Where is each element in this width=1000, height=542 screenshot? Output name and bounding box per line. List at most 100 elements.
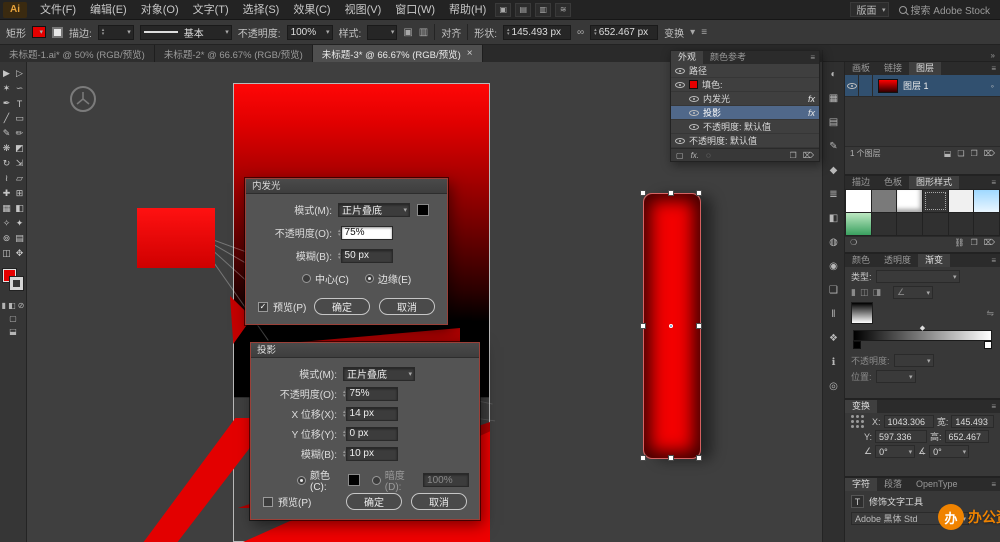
styles-library-icon[interactable]: ❍ xyxy=(850,238,857,247)
panel-menu-icon[interactable]: ≡ xyxy=(987,478,1000,491)
gradient-panel-icon[interactable]: ◧ xyxy=(829,213,838,224)
shear-field[interactable]: 0° xyxy=(929,445,970,458)
width-tool[interactable]: ≀ xyxy=(0,171,13,186)
gradient-type-dropdown[interactable] xyxy=(875,270,960,283)
width-field[interactable]: 145.493 xyxy=(951,415,994,428)
appearance-row-inner-glow[interactable]: 内发光 fx xyxy=(671,92,819,106)
tab-opentype[interactable]: OpenType xyxy=(909,478,965,491)
graphic-style-swatch[interactable] xyxy=(948,190,974,212)
doc-tab-3[interactable]: 未标题-3* @ 66.67% (RGB/预览) × xyxy=(312,45,483,62)
selection-tool[interactable]: ▶ xyxy=(0,66,13,81)
link-dimensions-icon[interactable]: ∞ xyxy=(577,27,584,38)
blur-input[interactable]: 50 px xyxy=(340,248,393,263)
gradient-angle-field[interactable]: ∠ xyxy=(892,286,933,299)
menu-select[interactable]: 选择(S) xyxy=(236,0,287,20)
blur-input[interactable]: 10 px xyxy=(345,446,398,461)
graphic-style-swatch[interactable] xyxy=(846,190,871,212)
blend-mode-dropdown[interactable]: 正片叠底 xyxy=(343,366,415,381)
gradient-preview-swatch[interactable] xyxy=(851,302,873,324)
visibility-eye-icon[interactable] xyxy=(689,95,699,102)
visibility-eye-icon[interactable] xyxy=(675,81,685,88)
graphic-style-swatch[interactable] xyxy=(871,190,897,212)
hand-tool[interactable]: ✥ xyxy=(13,246,26,261)
menu-edit[interactable]: 编辑(E) xyxy=(83,0,134,20)
doc-tab-2[interactable]: 未标题-2* @ 66.67% (RGB/预览) xyxy=(154,45,313,62)
stop-opacity-field[interactable] xyxy=(893,354,934,367)
glow-color-swatch[interactable] xyxy=(417,203,429,216)
tab-paragraph[interactable]: 段落 xyxy=(877,478,909,491)
scale-tool[interactable]: ⇲ xyxy=(13,156,26,171)
graphic-style-swatch[interactable] xyxy=(897,190,922,212)
panel-menu-icon[interactable]: ≡ xyxy=(987,176,1000,189)
tab-gradient[interactable]: 渐变 xyxy=(918,254,951,267)
swatches-panel-icon[interactable]: ▤ xyxy=(829,117,838,128)
rotate-tool[interactable]: ↻ xyxy=(0,156,13,171)
tab-appearance[interactable]: 外观 xyxy=(671,51,704,64)
document-setup-icon[interactable]: ▣ xyxy=(403,27,412,38)
selection-handle[interactable] xyxy=(696,455,702,461)
tab-stroke[interactable]: 描边 xyxy=(845,176,877,189)
tab-color[interactable]: 颜色 xyxy=(845,254,877,267)
draw-mode-icon[interactable]: ▢ xyxy=(9,314,17,323)
graphic-style-swatch[interactable] xyxy=(974,213,999,235)
align-panel-icon[interactable]: ‖ xyxy=(831,309,835,320)
gradient-stop-white[interactable] xyxy=(984,341,992,349)
menu-type[interactable]: 文字(T) xyxy=(186,0,236,20)
tab-graphic-styles[interactable]: 图形样式 xyxy=(909,176,960,189)
opacity-field[interactable]: 100% xyxy=(286,24,333,40)
menu-help[interactable]: 帮助(H) xyxy=(442,0,493,20)
dialog-title[interactable]: 投影 xyxy=(251,343,479,358)
width-field[interactable]: ▴ ▾ 145.493 px xyxy=(503,24,572,40)
ok-button[interactable]: 确定 xyxy=(346,493,402,510)
graphic-styles-panel-icon[interactable]: ❑ xyxy=(829,285,838,296)
symbol-sprayer-tool[interactable]: ⊚ xyxy=(0,231,13,246)
selection-handle[interactable] xyxy=(640,323,646,329)
free-transform-tool[interactable]: ▱ xyxy=(13,171,26,186)
menu-view[interactable]: 视图(V) xyxy=(338,0,389,20)
layer-target-icon[interactable]: ◦ xyxy=(991,81,994,91)
paintbrush-tool[interactable]: ✎ xyxy=(0,126,13,141)
opacity-input[interactable]: 75% xyxy=(340,225,393,240)
stock-icon[interactable]: ▤ xyxy=(515,2,532,17)
selection-handle[interactable] xyxy=(668,190,674,196)
shape-builder-tool[interactable]: ✚ xyxy=(0,186,13,201)
brush-definition-dropdown[interactable]: 基本 xyxy=(139,24,232,40)
mesh-tool[interactable]: ▦ xyxy=(0,201,13,216)
tab-layers[interactable]: 图层 xyxy=(909,62,942,75)
new-sublayer-icon[interactable]: ❏ xyxy=(957,149,964,158)
stroke-gradient-icon[interactable]: ▮ xyxy=(851,287,856,298)
graphic-style-swatch[interactable] xyxy=(922,190,948,212)
transform-label[interactable]: 变换 xyxy=(664,25,684,40)
eraser-tool[interactable]: ◩ xyxy=(13,141,26,156)
cancel-button[interactable]: 取消 xyxy=(411,493,467,510)
graphic-style-swatch[interactable] xyxy=(922,213,948,235)
selection-handle[interactable] xyxy=(668,455,674,461)
reference-point-locator[interactable] xyxy=(851,415,864,428)
selection-handle[interactable] xyxy=(640,190,646,196)
layer-row[interactable]: 图层 1 ◦ xyxy=(845,75,1000,97)
stroke-panel-icon[interactable]: ≣ xyxy=(829,189,837,200)
arrange-documents-icon[interactable]: ▥ xyxy=(535,2,552,17)
stroke-gradient-along-icon[interactable]: ◫ xyxy=(860,287,869,298)
color-mode-icon[interactable]: ▮ xyxy=(2,301,6,310)
edge-radio[interactable]: 边缘(E) xyxy=(364,271,411,286)
panel-menu-icon[interactable]: ≡ xyxy=(701,27,707,38)
style-dropdown[interactable] xyxy=(367,24,398,40)
stroke-gradient-across-icon[interactable]: ◨ xyxy=(872,287,881,298)
bridge-icon[interactable]: ▣ xyxy=(495,2,512,17)
stop-location-field[interactable] xyxy=(875,370,916,383)
doc-tab-1[interactable]: 未标题-1.ai* @ 50% (RGB/预览) xyxy=(0,45,155,62)
visibility-eye-icon[interactable] xyxy=(689,109,699,116)
tab-transparency[interactable]: 透明度 xyxy=(877,254,918,267)
screen-mode-icon[interactable]: ⬓ xyxy=(9,327,17,336)
darkness-radio[interactable]: 暗度(D): xyxy=(371,467,419,493)
duplicate-item-icon[interactable]: ❐ xyxy=(790,151,797,160)
lasso-tool[interactable]: ∽ xyxy=(13,81,26,96)
ok-button[interactable]: 确定 xyxy=(314,298,370,315)
graphic-style-swatch[interactable] xyxy=(974,190,999,212)
info-panel-icon[interactable]: ℹ xyxy=(832,357,836,368)
type-tool[interactable]: T xyxy=(13,96,26,111)
stroke-color-swatch[interactable] xyxy=(52,26,63,38)
graphic-style-swatch[interactable] xyxy=(948,213,974,235)
appearance-row-path[interactable]: 路径 xyxy=(671,64,819,78)
